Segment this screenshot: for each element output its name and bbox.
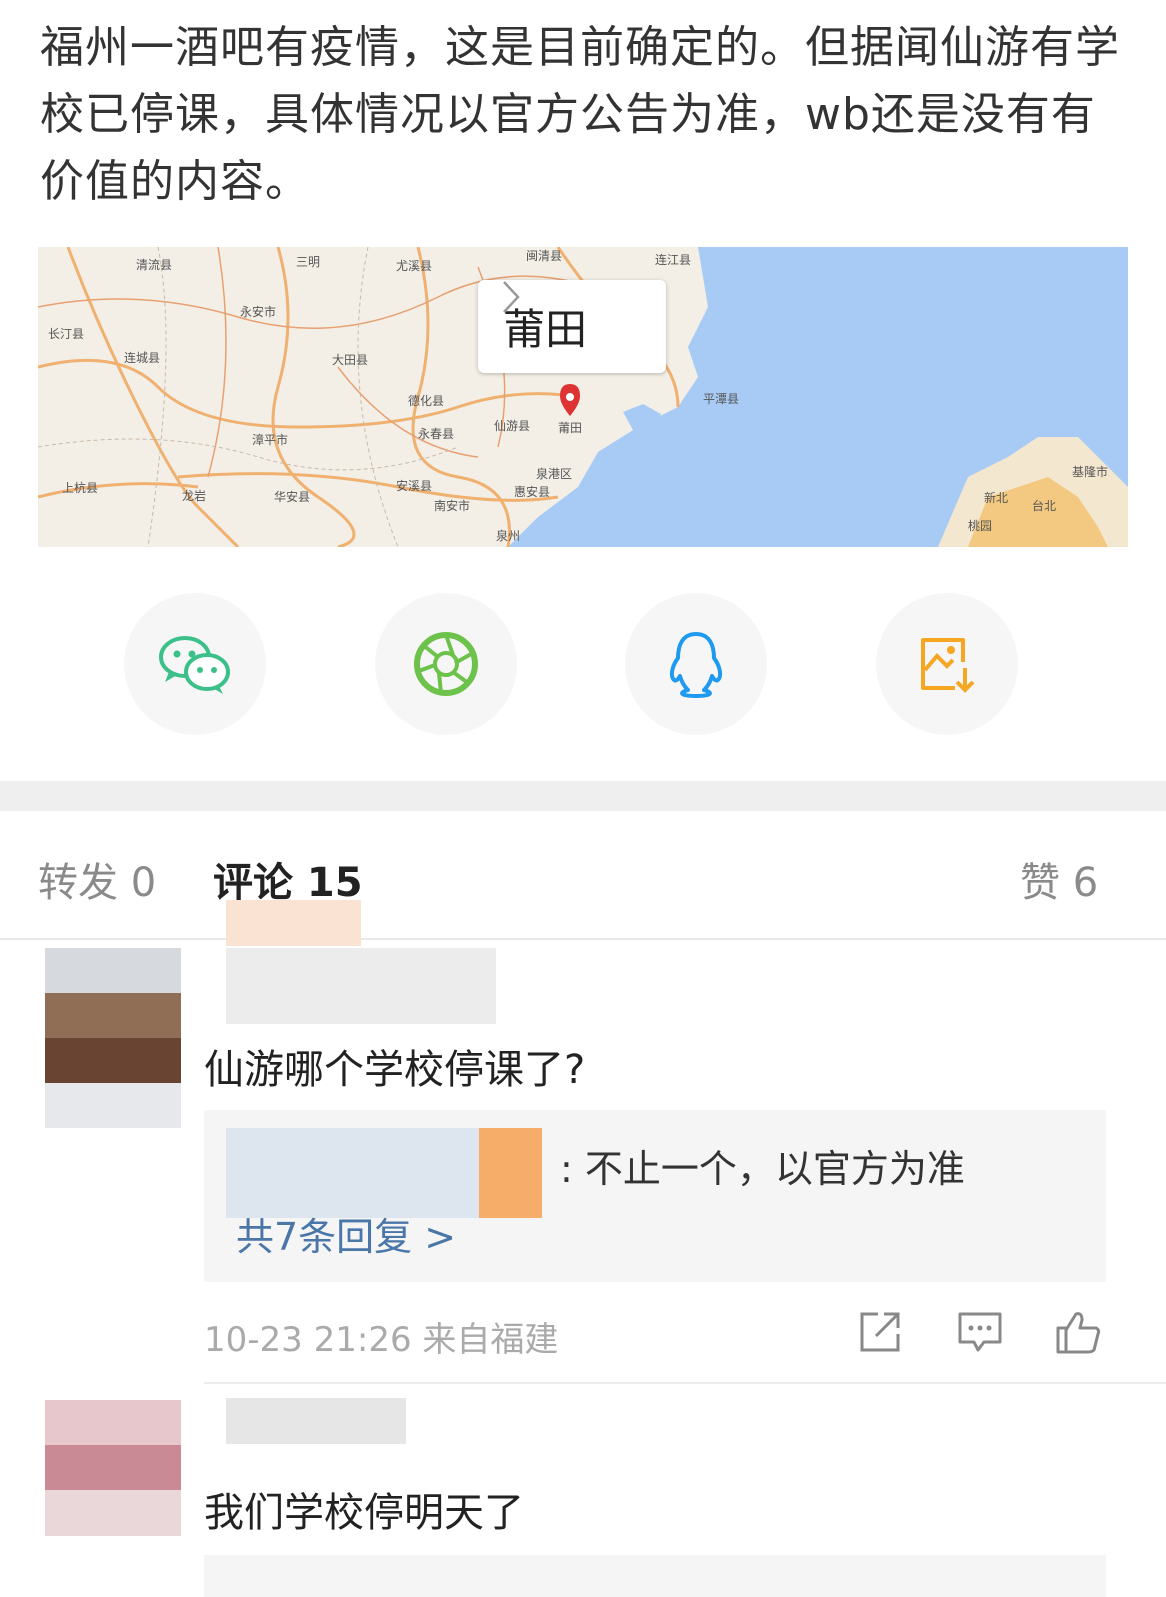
share-qq-button[interactable] xyxy=(625,593,767,735)
section-separator xyxy=(0,781,1166,811)
map-label: 莆田 xyxy=(558,421,583,435)
map-label: 仙游县 xyxy=(494,419,531,433)
map-label: 漳平市 xyxy=(252,433,289,447)
share-moments-button[interactable] xyxy=(375,593,517,735)
username-redacted[interactable] xyxy=(226,1398,406,1444)
username-redacted xyxy=(226,900,361,946)
map-label: 平潭县 xyxy=(703,392,740,406)
map-label: 清流县 xyxy=(136,258,173,272)
location-popup[interactable]: 莆田 xyxy=(478,280,666,373)
map-label: 华安县 xyxy=(274,490,311,504)
comment-text: 仙游哪个学校停课了? xyxy=(204,1047,586,1093)
wechat-icon xyxy=(159,636,230,694)
username-redacted[interactable] xyxy=(226,948,496,1024)
map-label: 长汀县 xyxy=(48,327,85,341)
map-label: 闽清县 xyxy=(526,249,563,263)
moments-icon xyxy=(414,632,478,696)
interaction-tabs: 转发 0 评论 15 赞 6 xyxy=(0,840,1166,936)
map-label: 永春县 xyxy=(418,427,455,441)
chevron-right-icon xyxy=(503,281,520,313)
comment-text: 我们学校停明天了 xyxy=(204,1490,524,1536)
post-text: 福州一酒吧有疫情，这是目前确定的。但据闻仙游有学校已停课，具体情况以官方公告为准… xyxy=(40,22,1120,207)
map-label: 永安市 xyxy=(240,305,277,319)
avatar[interactable] xyxy=(45,1400,181,1536)
map-label: 新北 xyxy=(984,491,1009,505)
map-label: 德化县 xyxy=(408,394,445,408)
avatar[interactable] xyxy=(45,948,181,1128)
map-label: 泉港区 xyxy=(536,467,573,481)
map-label: 台北 xyxy=(1032,499,1057,513)
map-label: 连城县 xyxy=(124,351,161,365)
tab-repost[interactable]: 转发 0 xyxy=(38,850,156,908)
reply-box[interactable]: : 不止一个，以官方为准 共7条回复 > xyxy=(204,1110,1106,1282)
map-label: 大田县 xyxy=(332,353,369,367)
map-label: 龙岩 xyxy=(182,489,207,503)
map-label: 南安市 xyxy=(434,499,471,513)
reply-text: : 不止一个，以官方为准 xyxy=(560,1147,965,1191)
map-label: 泉州 xyxy=(496,529,521,543)
share-wechat-button[interactable] xyxy=(124,593,266,735)
share-icon[interactable] xyxy=(856,1308,904,1356)
like-icon[interactable] xyxy=(1054,1308,1102,1356)
more-replies-link[interactable]: 共7条回复 > xyxy=(236,1206,456,1261)
map-label: 三明 xyxy=(296,255,321,269)
comment-icon[interactable] xyxy=(956,1308,1004,1356)
tab-likes[interactable]: 赞 6 xyxy=(1020,850,1098,908)
map-label: 安溪县 xyxy=(396,479,433,493)
map-label: 惠安县 xyxy=(514,485,551,499)
tabs-divider xyxy=(0,938,1166,940)
reply-username-redacted xyxy=(226,1128,542,1218)
location-map[interactable]: 清流县 三明 尤溪县 闽清县 连江县 永安市 长汀县 连城县 大田县 德化县 平… xyxy=(38,247,1128,547)
map-label: 桃园 xyxy=(968,519,993,533)
qq-icon xyxy=(669,632,723,698)
reply-box xyxy=(204,1555,1106,1597)
share-row xyxy=(0,593,1166,735)
map-label: 尤溪县 xyxy=(396,259,433,273)
map-label: 连江县 xyxy=(655,253,692,267)
map-label: 基隆市 xyxy=(1072,465,1109,479)
comment-meta: 10-23 21:26 来自福建 xyxy=(204,1320,559,1360)
map-label: 上杭县 xyxy=(62,481,99,495)
save-image-button[interactable] xyxy=(876,593,1018,735)
save-image-icon xyxy=(921,638,975,693)
comment-divider xyxy=(204,1382,1166,1384)
